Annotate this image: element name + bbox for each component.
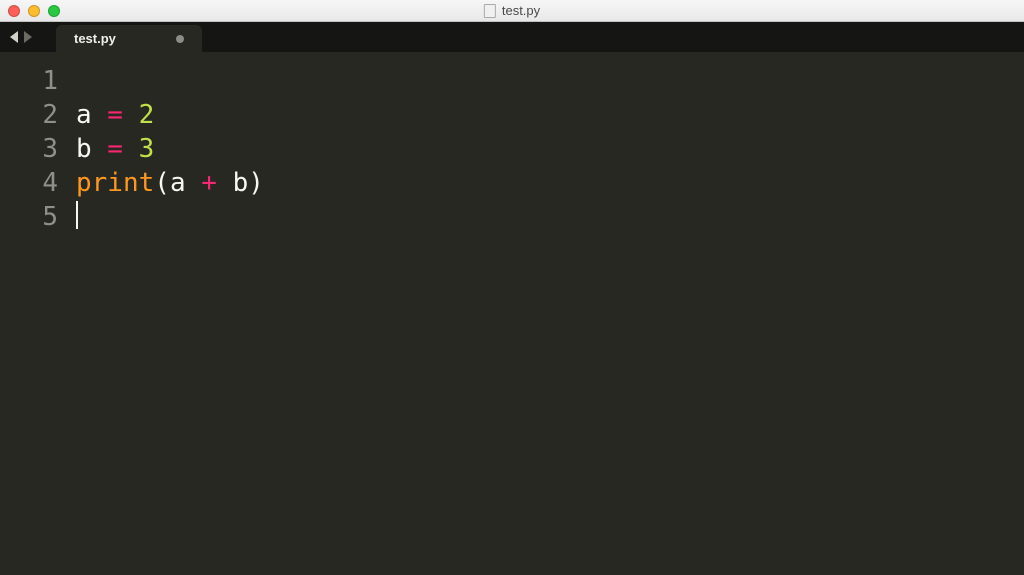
line-number: 4 bbox=[0, 166, 72, 200]
tab-dirty-indicator-icon bbox=[176, 35, 184, 43]
window-title: test.py bbox=[484, 3, 540, 18]
code-line[interactable] bbox=[72, 64, 1024, 98]
nav-arrows bbox=[0, 22, 42, 52]
zoom-window-button[interactable] bbox=[48, 5, 60, 17]
code-token-var: b bbox=[233, 168, 249, 198]
code-line[interactable]: a = 2 bbox=[72, 98, 1024, 132]
code-token-var: b bbox=[76, 134, 92, 164]
tab-bar: test.py bbox=[0, 22, 1024, 52]
code-editor[interactable]: 1 2 3 4 5 a = 2 b = 3 print(a + b) bbox=[0, 52, 1024, 575]
file-icon bbox=[484, 4, 496, 18]
code-token-operator: = bbox=[92, 134, 139, 164]
window-titlebar: test.py bbox=[0, 0, 1024, 22]
window-title-text: test.py bbox=[502, 3, 540, 18]
code-token-var: a bbox=[170, 168, 186, 198]
line-number: 1 bbox=[0, 64, 72, 98]
minimize-window-button[interactable] bbox=[28, 5, 40, 17]
code-token-var: a bbox=[76, 100, 92, 130]
code-token-paren: ) bbox=[248, 168, 264, 198]
code-token-operator: = bbox=[92, 100, 139, 130]
code-token-operator: + bbox=[186, 168, 233, 198]
code-line[interactable]: print(a + b) bbox=[72, 166, 1024, 200]
text-cursor-icon bbox=[76, 201, 78, 229]
traffic-lights bbox=[8, 5, 60, 17]
line-number: 2 bbox=[0, 98, 72, 132]
code-area[interactable]: a = 2 b = 3 print(a + b) bbox=[72, 64, 1024, 575]
line-number-gutter: 1 2 3 4 5 bbox=[0, 64, 72, 575]
code-line[interactable]: b = 3 bbox=[72, 132, 1024, 166]
tab-label: test.py bbox=[74, 31, 116, 46]
line-number: 3 bbox=[0, 132, 72, 166]
tab-active[interactable]: test.py bbox=[56, 25, 202, 52]
nav-back-icon[interactable] bbox=[10, 31, 18, 43]
editor-app: test.py 1 2 3 4 5 a = 2 b = 3 print(a + … bbox=[0, 22, 1024, 575]
code-token-paren: ( bbox=[154, 168, 170, 198]
code-token-number: 3 bbox=[139, 134, 155, 164]
code-line-current[interactable] bbox=[72, 200, 1024, 234]
close-window-button[interactable] bbox=[8, 5, 20, 17]
code-token-builtin: print bbox=[76, 168, 154, 198]
nav-forward-icon[interactable] bbox=[24, 31, 32, 43]
code-token-number: 2 bbox=[139, 100, 155, 130]
line-number-current: 5 bbox=[0, 200, 72, 234]
